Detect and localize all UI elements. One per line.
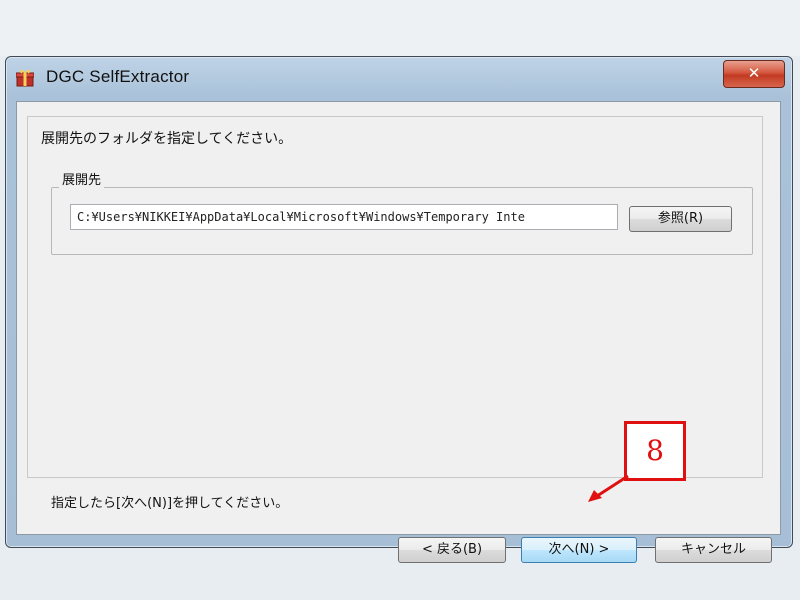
cancel-button[interactable]: キャンセル xyxy=(655,537,772,563)
back-button[interactable]: < 戻る(B) xyxy=(398,537,506,563)
footer-note: 指定したら[次へ(N)]を押してください。 xyxy=(51,496,289,511)
next-button[interactable]: 次へ(N) > xyxy=(521,537,637,563)
close-button[interactable]: ✕ xyxy=(723,60,785,88)
gift-box-icon xyxy=(15,69,35,87)
destination-path-input[interactable]: C:¥Users¥NIKKEI¥AppData¥Local¥Microsoft¥… xyxy=(70,204,618,230)
desktop-background xyxy=(0,0,800,56)
destination-label: 展開先 xyxy=(59,169,105,188)
title-bar[interactable]: DGC SelfExtractor ✕ xyxy=(6,57,792,101)
instruction-text: 展開先のフォルダを指定してください。 xyxy=(41,131,293,147)
callout-arrow xyxy=(588,474,629,502)
window-title: DGC SelfExtractor xyxy=(46,67,190,86)
close-icon: ✕ xyxy=(747,64,761,82)
browse-button[interactable]: 参照(R) xyxy=(629,206,732,232)
